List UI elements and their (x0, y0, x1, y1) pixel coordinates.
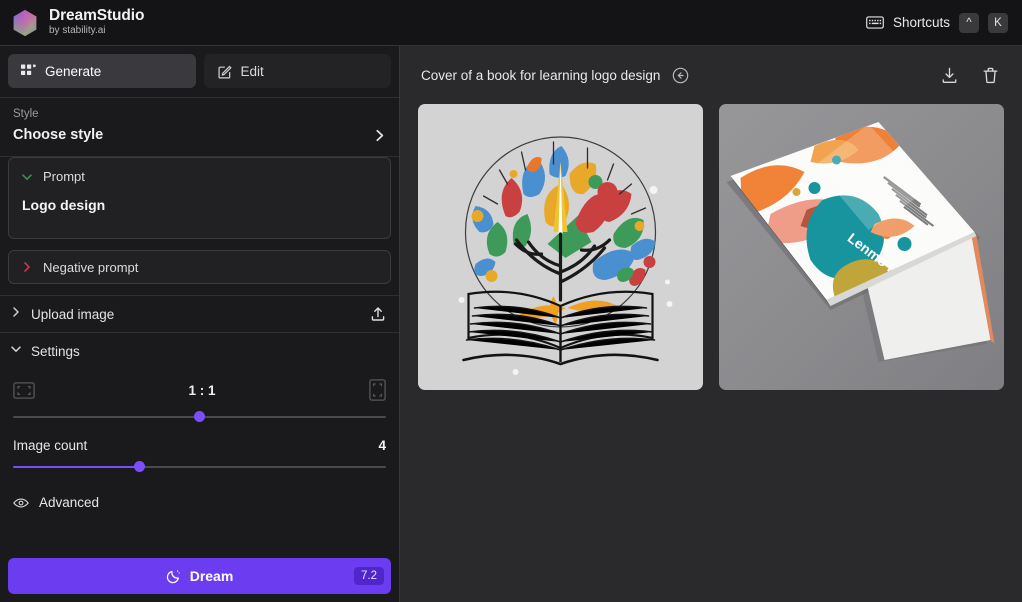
advanced-toggle[interactable]: Advanced (13, 475, 386, 510)
upload-image-section[interactable]: Upload image (0, 296, 399, 332)
pencil-square-icon (217, 64, 232, 79)
slider-knob[interactable] (194, 411, 205, 422)
moon-icon (166, 569, 181, 584)
slider-fill (13, 466, 140, 468)
chevron-right-icon (373, 129, 386, 142)
dream-button-label: Dream (189, 568, 234, 584)
dreamstudio-app: DreamStudio by stability.ai Shortcuts ^ … (0, 0, 1022, 602)
download-icon[interactable] (940, 66, 959, 85)
keyboard-icon (866, 16, 884, 29)
app-body: Generate Edit Style Choose style Prompt … (0, 46, 1022, 602)
upload-icon[interactable] (370, 306, 386, 322)
generated-image-2[interactable]: Lenmo Lcouk (719, 104, 1004, 390)
shortcuts-control[interactable]: Shortcuts ^ K (866, 12, 1008, 33)
dream-button[interactable]: Dream 7.2 (8, 558, 391, 594)
negative-prompt-label: Negative prompt (43, 259, 139, 275)
upload-image-label: Upload image (31, 306, 115, 322)
settings-body: 1 : 1 Image count 4 Advanced (0, 369, 399, 510)
landscape-frame-icon[interactable] (13, 381, 35, 399)
prompt-panels: Prompt Logo design Negative prompt (0, 157, 399, 284)
style-selector[interactable]: Style Choose style (0, 98, 399, 156)
settings-section-header[interactable]: Settings (0, 333, 399, 369)
chevron-down-icon[interactable] (21, 171, 33, 183)
portrait-frame-icon[interactable] (369, 379, 386, 401)
image-count-label: Image count (13, 438, 88, 453)
prompt-input[interactable]: Logo design (9, 184, 390, 213)
negative-prompt-card[interactable]: Negative prompt (8, 250, 391, 284)
chevron-right-icon[interactable] (21, 261, 33, 273)
main-panel: Cover of a book for learning logo design (400, 46, 1022, 602)
trash-icon[interactable] (981, 66, 1000, 85)
settings-label: Settings (31, 343, 80, 359)
top-bar: DreamStudio by stability.ai Shortcuts ^ … (0, 0, 1022, 46)
arrow-left-circle-icon[interactable] (672, 67, 689, 84)
dream-button-area: Dream 7.2 (0, 550, 399, 602)
mode-tabs: Generate Edit (0, 46, 399, 97)
shortcuts-label: Shortcuts (892, 15, 950, 30)
tab-edit[interactable]: Edit (203, 54, 391, 88)
generated-image-1[interactable] (418, 104, 703, 390)
image-gallery: Lenmo Lcouk (400, 104, 1022, 390)
gallery-title: Cover of a book for learning logo design (421, 67, 661, 83)
chevron-right-icon (10, 305, 22, 323)
style-label: Style (13, 108, 39, 120)
brand-title: DreamStudio (49, 7, 145, 25)
key-letter-badge[interactable]: K (988, 12, 1008, 33)
sidebar: Generate Edit Style Choose style Prompt … (0, 46, 400, 602)
dream-credits-badge: 7.2 (354, 567, 384, 585)
eye-icon (13, 497, 29, 509)
grid-squares-icon (21, 64, 36, 79)
hexagon-gradient-logo-icon (10, 8, 40, 38)
tab-edit-label: Edit (240, 63, 264, 79)
tab-generate[interactable]: Generate (8, 54, 196, 88)
image-count-slider[interactable] (13, 459, 386, 475)
key-modifier-badge[interactable]: ^ (959, 12, 979, 33)
aspect-ratio-row: 1 : 1 (13, 373, 386, 407)
image-count-row: Image count 4 (13, 438, 386, 453)
brand[interactable]: DreamStudio by stability.ai (10, 7, 145, 38)
aspect-ratio-value: 1 : 1 (188, 382, 216, 398)
prompt-label: Prompt (43, 169, 85, 184)
advanced-label: Advanced (39, 495, 100, 510)
tab-generate-label: Generate (45, 63, 102, 79)
prompt-card[interactable]: Prompt Logo design (8, 157, 391, 239)
aspect-ratio-slider[interactable] (13, 409, 386, 425)
slider-knob[interactable] (134, 461, 146, 472)
brand-subtitle: by stability.ai (49, 25, 106, 37)
gallery-header: Cover of a book for learning logo design (400, 46, 1022, 104)
style-value: Choose style (13, 127, 104, 143)
image-count-value: 4 (378, 438, 386, 453)
chevron-down-icon (10, 342, 22, 360)
